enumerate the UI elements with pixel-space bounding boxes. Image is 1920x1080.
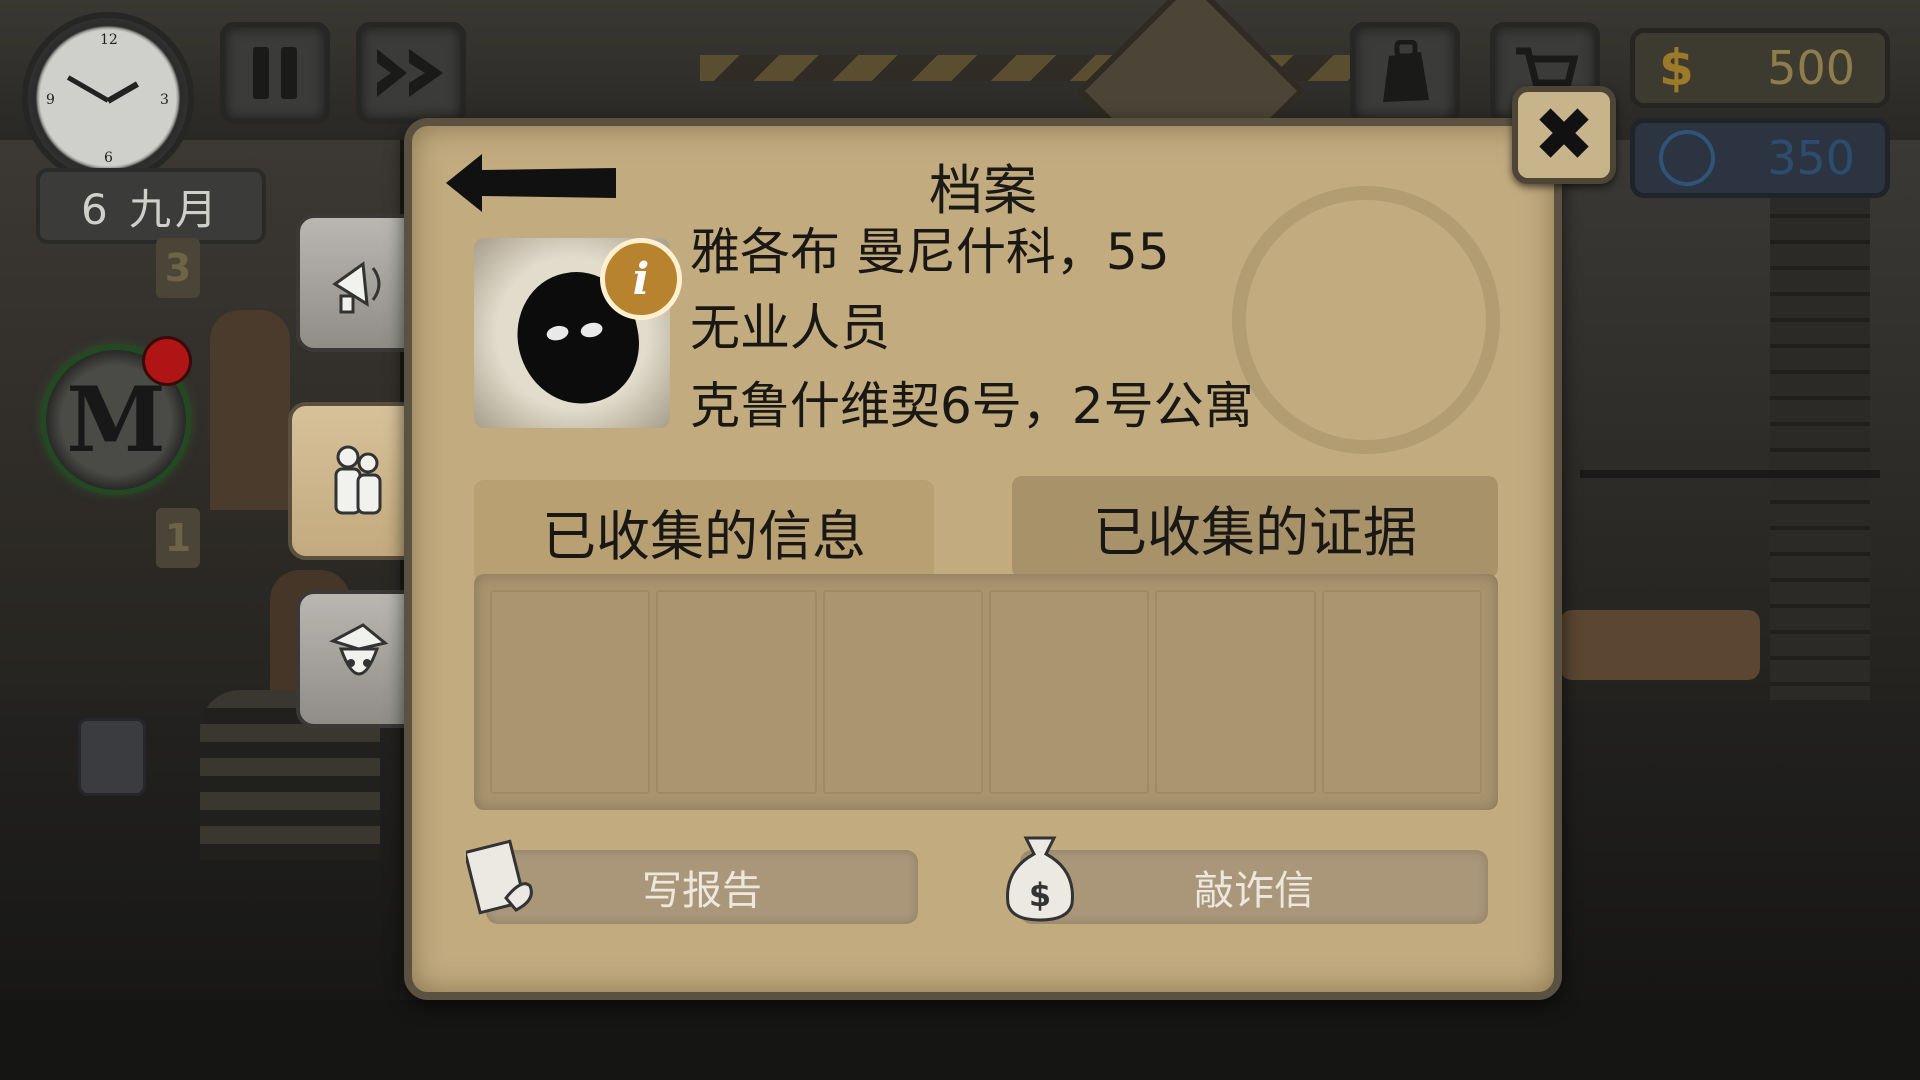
notification-dot xyxy=(142,336,192,386)
evidence-slot[interactable] xyxy=(1155,590,1316,794)
info-icon[interactable]: i xyxy=(600,238,682,320)
inventory-button[interactable] xyxy=(1350,22,1460,124)
dossier-panel: 档案 i 雅各布 曼尼什科，55 无业人员 克鲁什维契6号，2号公寓 已收集的信… xyxy=(404,118,1562,1000)
evidence-slot[interactable] xyxy=(988,590,1150,794)
bed xyxy=(1560,610,1760,680)
inventory-bag-icon xyxy=(1383,40,1429,102)
date-display: 6 九月 xyxy=(36,168,266,244)
evidence-slot[interactable] xyxy=(1321,590,1482,794)
money-counter: $ 500 xyxy=(1630,28,1890,108)
mailbox-icon[interactable] xyxy=(78,718,146,796)
tab-collected-evidence[interactable]: 已收集的证据 xyxy=(1012,476,1498,578)
svg-text:$: $ xyxy=(1029,876,1051,914)
officer-icon xyxy=(329,623,389,676)
tenant-address: 克鲁什维契6号，2号公寓 xyxy=(690,377,1254,435)
reputation-emblem-icon xyxy=(1659,130,1715,186)
seal-watermark xyxy=(1232,186,1500,454)
fast-forward-button[interactable] xyxy=(356,22,466,124)
tenants-icon xyxy=(334,445,382,515)
pause-icon xyxy=(253,47,297,99)
tenant-occupation: 无业人员 xyxy=(690,299,890,357)
money-bag-icon: $ xyxy=(1000,832,1080,924)
close-icon: ✖ xyxy=(1532,92,1595,178)
eye xyxy=(579,320,604,340)
evidence-slot[interactable] xyxy=(656,590,817,794)
eye xyxy=(545,324,570,343)
floor-number: 1 xyxy=(156,508,200,568)
right-room xyxy=(1540,140,1920,700)
coin-icon: $ xyxy=(1659,39,1694,97)
tenant-name-age: 雅各布 曼尼什科，55 xyxy=(690,223,1170,281)
fast-forward-icon xyxy=(377,49,443,97)
reputation-value: 350 xyxy=(1767,131,1855,185)
megaphone-icon xyxy=(332,261,381,314)
pause-button[interactable] xyxy=(220,22,330,124)
evidence-slots xyxy=(474,574,1498,810)
close-button[interactable]: ✖ xyxy=(1512,86,1616,184)
brick-wall xyxy=(1770,140,1870,700)
door xyxy=(210,310,290,510)
write-report-button[interactable]: 写报告 xyxy=(486,850,918,924)
blackmail-letter-button[interactable]: 敲诈信 xyxy=(1020,850,1488,924)
tab-collected-info[interactable]: 已收集的信息 xyxy=(474,480,934,582)
report-icon xyxy=(466,838,540,918)
evidence-slot[interactable] xyxy=(490,590,651,794)
evidence-slot[interactable] xyxy=(822,590,983,794)
shelf xyxy=(1580,470,1880,478)
clock-icon: 12 3 6 9 xyxy=(28,18,188,178)
basement xyxy=(0,1000,1920,1080)
money-value: 500 xyxy=(1767,41,1855,95)
floor-number: 3 xyxy=(156,238,200,298)
reputation-counter: 350 xyxy=(1630,118,1890,198)
